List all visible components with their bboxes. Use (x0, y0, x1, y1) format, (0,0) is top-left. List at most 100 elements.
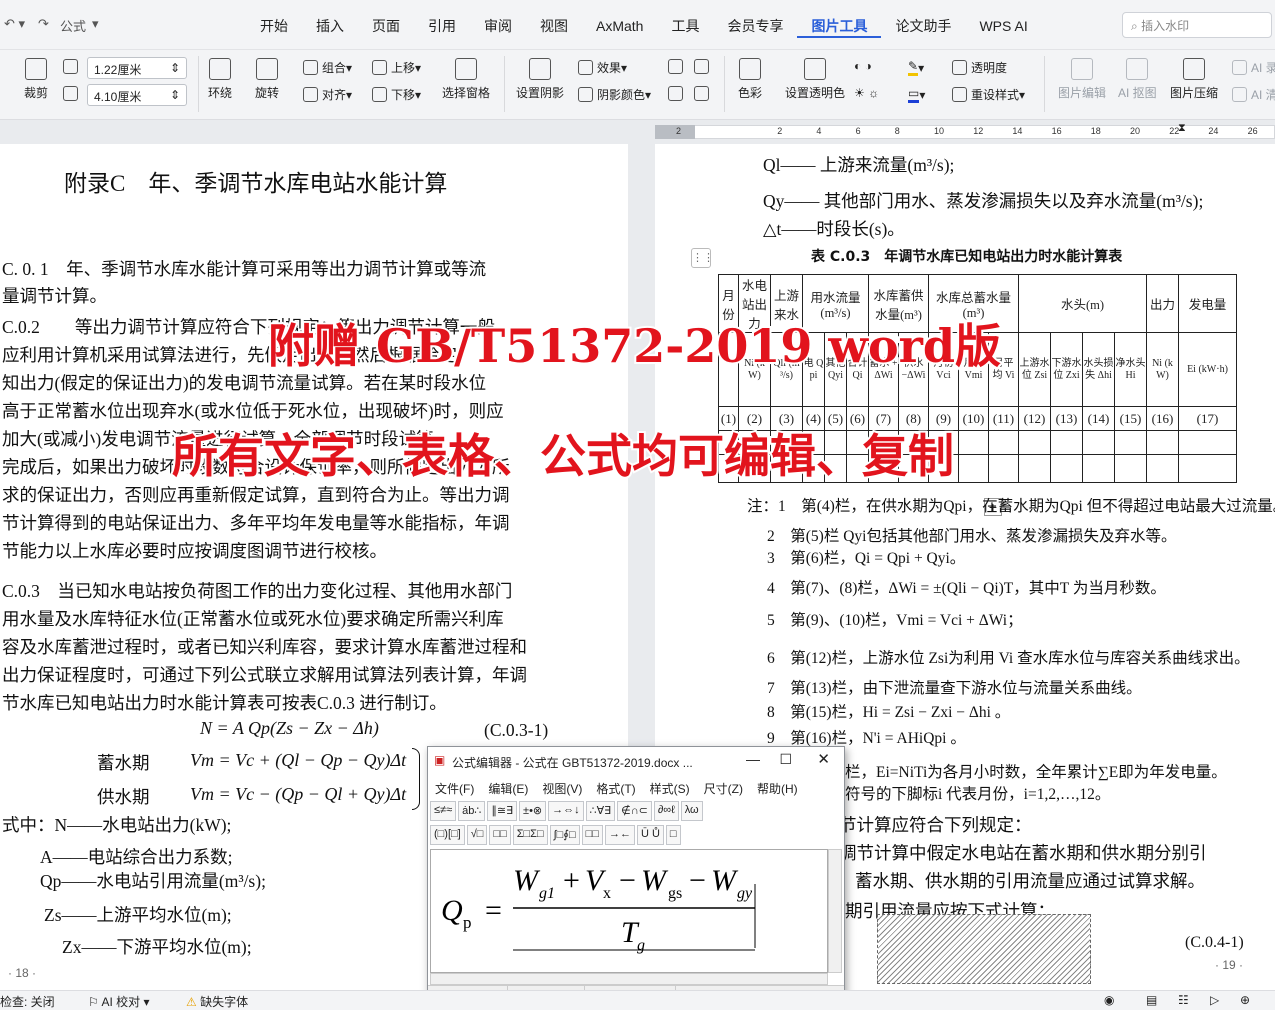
fill-color-button[interactable]: ▭ ▾ (908, 86, 925, 103)
horizontal-ruler[interactable]: 2246810121416182022242628 ⧗ (0, 120, 1275, 144)
table-move-handle-icon[interactable]: ⋮⋮ (691, 248, 714, 268)
tab-0[interactable]: 开始 (246, 16, 302, 38)
fe-menu-item[interactable]: 视图(V) (535, 777, 589, 799)
template-palette-button[interactable]: →← (604, 825, 635, 845)
width-stepper[interactable]: 1.22厘米 ⇕ (87, 57, 187, 79)
fe-menu-item[interactable]: 文件(F) (428, 777, 481, 799)
align-button[interactable]: 对齐 ▾ (303, 86, 352, 103)
indent-marker-icon[interactable]: ⧗ (1178, 122, 1186, 135)
nudge-right-button[interactable] (694, 86, 713, 101)
page-view-icon[interactable]: ▤ (1146, 993, 1157, 1007)
tab-11[interactable]: WPS AI (965, 16, 1041, 38)
fe-menu-item[interactable]: 帮助(H) (750, 777, 805, 799)
ai-cutout-button[interactable]: AI 抠图 (1118, 58, 1157, 101)
set-transparent-button[interactable]: 设置透明色 (785, 58, 845, 101)
table-cell[interactable] (1050, 430, 1083, 455)
table-cell[interactable] (1018, 454, 1051, 483)
redo-label[interactable]: 公式 (60, 16, 86, 35)
reset-style-button[interactable]: 重设样式 ▾ (952, 86, 1025, 103)
crop-button[interactable]: 裁剪 (24, 58, 48, 101)
table-cell[interactable] (1146, 454, 1179, 483)
stepper-arrows-icon[interactable]: ⇕ (170, 88, 180, 102)
tab-6[interactable]: AxMath (582, 16, 657, 38)
table-cell[interactable] (958, 430, 989, 455)
outline-color-button[interactable]: ✎ ▾ (908, 59, 924, 76)
template-palette-button[interactable]: □ (665, 825, 681, 845)
fe-menu-item[interactable]: 格式(T) (589, 777, 642, 799)
symbol-palette-button[interactable]: λω (680, 801, 703, 821)
wrap-button[interactable]: 环绕 (208, 58, 232, 101)
nudge-up-button[interactable] (668, 59, 687, 74)
missing-font-button[interactable]: ⚠ 缺失字体 (186, 993, 248, 1010)
search-input[interactable]: ⌕ 插入水印 (1122, 12, 1272, 38)
template-palette-button[interactable]: □□ (581, 825, 603, 845)
eye-icon[interactable]: ◉ (1104, 993, 1114, 1007)
tab-9[interactable]: 图片工具 (797, 16, 882, 38)
more-icon[interactable]: ▾ (92, 16, 99, 32)
table-cell[interactable] (1082, 430, 1115, 455)
shadow-color-button[interactable]: 阴影颜色 ▾ (578, 86, 651, 103)
symbol-palette-button[interactable]: ≤≠≈ (430, 801, 457, 821)
table-cell[interactable] (1018, 430, 1051, 455)
bring-forward-button[interactable]: 上移 ▾ (372, 59, 421, 76)
shadow-settings-button[interactable]: 设置阴影 (516, 58, 564, 101)
table-cell[interactable] (988, 430, 1019, 455)
symbol-palette-button[interactable]: ȧb∴ (458, 801, 486, 821)
symbol-palette-button[interactable]: ∉∩⊂ (617, 801, 652, 821)
selection-pane-button[interactable]: 选择窗格 (442, 58, 490, 101)
undo-icon[interactable]: ↶ ▾ (4, 16, 25, 32)
table-cell[interactable] (988, 454, 1019, 483)
web-view-icon[interactable]: ☷ (1178, 993, 1189, 1007)
compress-button[interactable]: 图片压缩 (1170, 58, 1218, 101)
formula-editor-window[interactable]: ▣ 公式编辑器 - 公式在 GBT51372-2019.docx ... — ☐… (427, 746, 845, 1004)
contrast-button[interactable]: ☀ ☼ (854, 86, 879, 100)
symbol-palette-button[interactable]: ∴∀∃ (585, 801, 616, 821)
ai-clear-button[interactable]: AI 清 (1232, 86, 1275, 103)
formula-editor-titlebar[interactable]: ▣ 公式编辑器 - 公式在 GBT51372-2019.docx ... — ☐… (428, 747, 844, 775)
send-backward-button[interactable]: 下移 ▾ (372, 86, 421, 103)
fe-menu-item[interactable]: 尺寸(Z) (697, 777, 750, 799)
table-cell[interactable] (1114, 454, 1147, 483)
horizontal-scrollbar[interactable] (430, 973, 828, 985)
redo-icon[interactable]: ↷ (38, 16, 49, 32)
template-palette-button[interactable]: □□ (489, 825, 511, 845)
stepper-arrows-icon[interactable]: ⇕ (170, 61, 180, 75)
table-cell[interactable] (958, 454, 989, 483)
fe-menu-item[interactable]: 样式(S) (643, 777, 697, 799)
tab-8[interactable]: 会员专享 (713, 16, 797, 38)
symbol-palette-button[interactable]: ∥≅∃ (487, 801, 518, 821)
rotate-button[interactable]: 旋转 (255, 58, 279, 101)
check-status[interactable]: 检查: 关闭 (0, 993, 55, 1010)
ai-check-button[interactable]: ⚐ AI 校对 ▾ (88, 993, 149, 1010)
selected-formula-image[interactable] (877, 914, 1091, 984)
table-cell[interactable] (1178, 454, 1237, 483)
tab-1[interactable]: 插入 (302, 16, 358, 38)
symbol-palette-button[interactable]: →⇔↓ (548, 801, 584, 821)
close-icon[interactable]: ✕ (817, 750, 830, 768)
table-cell[interactable] (1050, 454, 1083, 483)
table-cell[interactable] (1082, 454, 1115, 483)
fe-menu-item[interactable]: 编辑(E) (481, 777, 535, 799)
globe-icon[interactable]: ⊕ (1240, 993, 1250, 1007)
table-cell[interactable] (1178, 430, 1237, 455)
effects-button[interactable]: 效果 ▾ (578, 59, 627, 76)
table-cell[interactable] (1114, 430, 1147, 455)
tab-3[interactable]: 引用 (414, 16, 470, 38)
template-palette-button[interactable]: (□)[□] (430, 825, 465, 845)
template-palette-button[interactable]: Σ□Σ□ (512, 825, 548, 845)
tab-7[interactable]: 工具 (657, 16, 713, 38)
nudge-down-button[interactable] (694, 59, 713, 74)
minimize-icon[interactable]: — (746, 751, 760, 767)
group-button[interactable]: 组合 ▾ (303, 59, 352, 76)
height-stepper[interactable]: 4.10厘米 ⇕ (87, 84, 187, 106)
tab-5[interactable]: 视图 (526, 16, 582, 38)
formula-canvas[interactable]: Q p = W g1 + V x − W gs − W gy T g (430, 849, 828, 973)
tab-2[interactable]: 页面 (358, 16, 414, 38)
symbol-palette-button[interactable]: ±•⊗ (519, 801, 547, 821)
vertical-scrollbar[interactable] (828, 849, 842, 973)
maximize-icon[interactable]: ☐ (779, 751, 792, 768)
template-palette-button[interactable]: ∫□∮□ (549, 825, 580, 845)
ai-record-button[interactable]: AI 录 (1232, 59, 1275, 76)
template-palette-button[interactable]: √□ (466, 825, 488, 845)
nudge-left-button[interactable] (668, 86, 687, 101)
